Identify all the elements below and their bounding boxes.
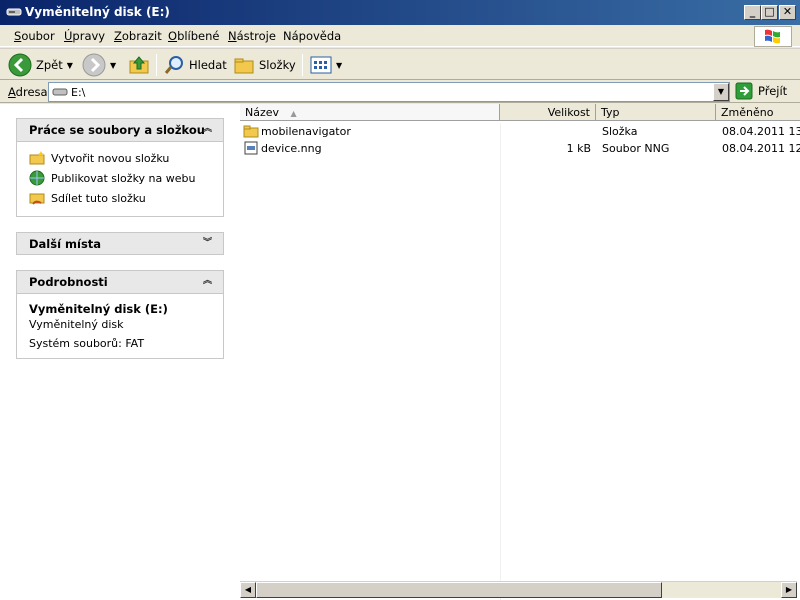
menu-bar: Soubor Úpravy Zobrazit Oblíbené Nástroje… (0, 25, 800, 47)
file-list[interactable]: Název ▲ Velikost Typ Změněno mobilenavig… (240, 104, 800, 600)
collapse-icon[interactable]: ︽ (200, 123, 215, 138)
file-modified: 08.04.2011 13:1 (722, 125, 800, 138)
task-pane: Práce se soubory a složkou ︽ Vytvořit no… (0, 104, 240, 600)
file-type: Složka (602, 125, 638, 138)
tasks-panel-header[interactable]: Práce se soubory a složkou ︽ (16, 118, 224, 141)
details-filesystem: Systém souborů: FAT (29, 337, 145, 350)
other-places-header[interactable]: Další místa ︾ (16, 232, 224, 255)
share-folder-icon (29, 193, 45, 205)
views-icon (310, 56, 332, 74)
toolbar-separator (156, 54, 157, 76)
menu-tools[interactable]: Nástroje (228, 29, 276, 43)
horizontal-scrollbar[interactable]: ◀ ▶ (240, 581, 797, 598)
go-button[interactable]: Přejít (735, 82, 787, 100)
forward-arrow-icon (82, 53, 106, 77)
address-bar: Adresa E:\ ▼ Přejít (0, 81, 800, 103)
file-modified: 08.04.2011 12: (722, 142, 800, 155)
folder-up-icon (129, 56, 149, 74)
table-row[interactable]: device.nng 1 kB Soubor NNG 08.04.2011 12… (240, 140, 800, 157)
back-arrow-icon (8, 53, 32, 77)
file-size: 1 kB (566, 142, 591, 155)
folders-button[interactable]: Složky (233, 53, 296, 77)
address-dropdown-icon[interactable]: ▼ (713, 83, 729, 101)
file-icon (244, 141, 258, 155)
windows-flag-icon (765, 29, 780, 44)
details-panel: Podrobnosti ︽ Vyměnitelný disk (E:) Vymě… (16, 270, 224, 359)
menu-view[interactable]: Zobrazit (114, 29, 162, 43)
forward-button[interactable]: ▼ (82, 53, 116, 77)
task-new-folder[interactable]: Vytvořit novou složku (29, 148, 211, 168)
title-bar[interactable]: Vyměnitelný disk (E:) _ □ ✕ (0, 0, 800, 25)
column-name[interactable]: Název ▲ (240, 104, 500, 121)
menu-favorites[interactable]: Oblíbené (168, 29, 220, 43)
minimize-button[interactable]: _ (744, 5, 761, 20)
file-name: mobilenavigator (261, 125, 351, 138)
toolbar-separator (302, 54, 303, 76)
task-share-folder[interactable]: Sdílet tuto složku (29, 188, 211, 208)
column-size[interactable]: Velikost (500, 104, 596, 121)
file-name: device.nng (261, 142, 322, 155)
column-modified[interactable]: Změněno (716, 104, 800, 121)
search-icon (164, 56, 183, 74)
address-input[interactable]: E:\ ▼ (48, 82, 730, 102)
window-title: Vyměnitelný disk (E:) (25, 5, 170, 19)
go-arrow-icon (735, 82, 753, 100)
close-button[interactable]: ✕ (779, 5, 796, 20)
removable-drive-icon (52, 88, 68, 96)
menu-edit[interactable]: Úpravy (64, 29, 105, 43)
scroll-left-icon[interactable]: ◀ (240, 582, 256, 598)
views-button[interactable]: ▼ (310, 53, 342, 77)
expand-icon[interactable]: ︾ (200, 237, 215, 252)
back-button[interactable]: Zpět ▼ (8, 53, 73, 77)
address-label: Adresa (8, 85, 48, 99)
details-type: Vyměnitelný disk (29, 318, 124, 331)
column-divider (500, 123, 501, 600)
menu-file[interactable]: Soubor (14, 29, 55, 43)
other-places-panel: Další místa ︾ (16, 232, 224, 255)
file-type: Soubor NNG (602, 142, 670, 155)
column-type[interactable]: Typ (596, 104, 716, 121)
menu-help[interactable]: Nápověda (283, 29, 341, 43)
sort-ascending-icon: ▲ (290, 109, 297, 118)
back-dropdown-icon[interactable]: ▼ (67, 61, 73, 70)
windows-logo (754, 26, 792, 47)
details-name: Vyměnitelný disk (E:) (29, 302, 168, 316)
details-header[interactable]: Podrobnosti ︽ (16, 270, 224, 293)
task-publish-web[interactable]: Publikovat složky na webu (29, 168, 211, 188)
search-button[interactable]: Hledat (163, 53, 227, 77)
address-value: E:\ (71, 86, 86, 99)
collapse-icon[interactable]: ︽ (200, 275, 215, 290)
toolbar: Zpět ▼ ▼ Hledat Složky ▼ (0, 48, 800, 80)
table-row[interactable]: mobilenavigator Složka 08.04.2011 13:1 (240, 123, 800, 140)
new-folder-icon (29, 151, 45, 165)
up-button[interactable] (128, 53, 150, 77)
removable-drive-icon (6, 8, 22, 16)
scroll-right-icon[interactable]: ▶ (781, 582, 797, 598)
globe-icon (29, 170, 45, 186)
folder-icon (243, 125, 259, 138)
maximize-button[interactable]: □ (761, 5, 778, 20)
forward-dropdown-icon[interactable]: ▼ (110, 61, 116, 70)
folders-icon (234, 58, 254, 74)
tasks-panel: Práce se soubory a složkou ︽ Vytvořit no… (16, 118, 224, 217)
views-dropdown-icon[interactable]: ▼ (336, 61, 342, 70)
scroll-thumb[interactable] (256, 582, 662, 598)
